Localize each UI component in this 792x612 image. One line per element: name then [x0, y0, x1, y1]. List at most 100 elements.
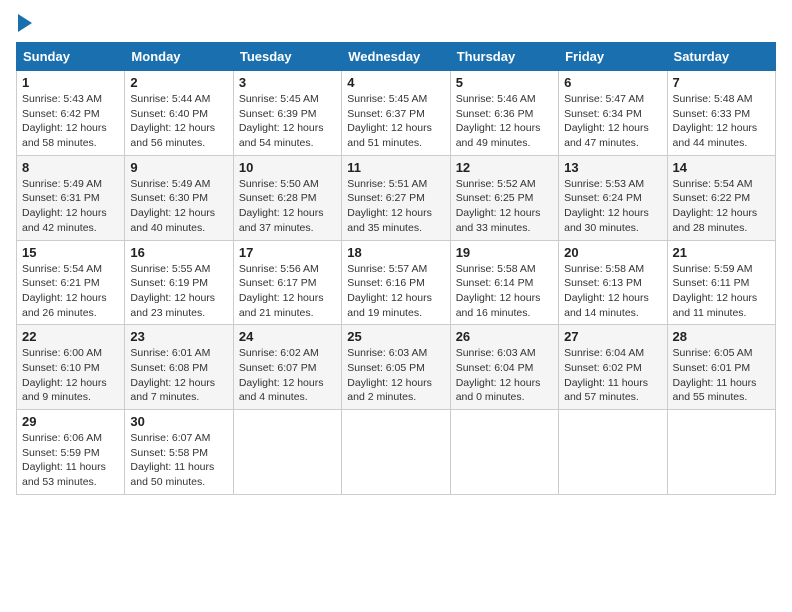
day-detail: Sunrise: 5:59 AMSunset: 6:11 PMDaylight:…	[673, 262, 770, 321]
calendar-cell: 30 Sunrise: 6:07 AMSunset: 5:58 PMDayligh…	[125, 410, 233, 495]
calendar-cell	[667, 410, 775, 495]
calendar-week-row: 1 Sunrise: 5:43 AMSunset: 6:42 PMDaylight…	[17, 71, 776, 156]
day-number: 27	[564, 329, 661, 344]
day-header-tuesday: Tuesday	[233, 43, 341, 71]
day-number: 28	[673, 329, 770, 344]
calendar-week-row: 8 Sunrise: 5:49 AMSunset: 6:31 PMDaylight…	[17, 155, 776, 240]
calendar-cell: 1 Sunrise: 5:43 AMSunset: 6:42 PMDaylight…	[17, 71, 125, 156]
day-number: 29	[22, 414, 119, 429]
day-detail: Sunrise: 5:54 AMSunset: 6:22 PMDaylight:…	[673, 177, 770, 236]
day-detail: Sunrise: 5:51 AMSunset: 6:27 PMDaylight:…	[347, 177, 444, 236]
day-number: 22	[22, 329, 119, 344]
day-number: 5	[456, 75, 553, 90]
logo	[16, 16, 32, 32]
day-detail: Sunrise: 6:06 AMSunset: 5:59 PMDaylight:…	[22, 431, 119, 490]
day-number: 16	[130, 245, 227, 260]
day-number: 30	[130, 414, 227, 429]
day-number: 23	[130, 329, 227, 344]
day-number: 9	[130, 160, 227, 175]
day-number: 12	[456, 160, 553, 175]
day-detail: Sunrise: 5:44 AMSunset: 6:40 PMDaylight:…	[130, 92, 227, 151]
day-number: 10	[239, 160, 336, 175]
calendar-cell: 28 Sunrise: 6:05 AMSunset: 6:01 PMDayligh…	[667, 325, 775, 410]
calendar-cell: 7 Sunrise: 5:48 AMSunset: 6:33 PMDaylight…	[667, 71, 775, 156]
day-detail: Sunrise: 6:02 AMSunset: 6:07 PMDaylight:…	[239, 346, 336, 405]
day-detail: Sunrise: 5:49 AMSunset: 6:31 PMDaylight:…	[22, 177, 119, 236]
day-detail: Sunrise: 6:04 AMSunset: 6:02 PMDaylight:…	[564, 346, 661, 405]
day-header-saturday: Saturday	[667, 43, 775, 71]
day-number: 2	[130, 75, 227, 90]
day-detail: Sunrise: 5:43 AMSunset: 6:42 PMDaylight:…	[22, 92, 119, 151]
calendar-cell: 6 Sunrise: 5:47 AMSunset: 6:34 PMDaylight…	[559, 71, 667, 156]
day-number: 11	[347, 160, 444, 175]
calendar-cell: 21 Sunrise: 5:59 AMSunset: 6:11 PMDayligh…	[667, 240, 775, 325]
days-header-row: SundayMondayTuesdayWednesdayThursdayFrid…	[17, 43, 776, 71]
day-number: 24	[239, 329, 336, 344]
day-detail: Sunrise: 5:58 AMSunset: 6:14 PMDaylight:…	[456, 262, 553, 321]
day-detail: Sunrise: 5:49 AMSunset: 6:30 PMDaylight:…	[130, 177, 227, 236]
day-detail: Sunrise: 5:52 AMSunset: 6:25 PMDaylight:…	[456, 177, 553, 236]
day-detail: Sunrise: 6:03 AMSunset: 6:04 PMDaylight:…	[456, 346, 553, 405]
day-number: 21	[673, 245, 770, 260]
calendar-cell: 14 Sunrise: 5:54 AMSunset: 6:22 PMDayligh…	[667, 155, 775, 240]
day-detail: Sunrise: 5:57 AMSunset: 6:16 PMDaylight:…	[347, 262, 444, 321]
day-number: 8	[22, 160, 119, 175]
day-number: 3	[239, 75, 336, 90]
day-number: 17	[239, 245, 336, 260]
day-detail: Sunrise: 5:46 AMSunset: 6:36 PMDaylight:…	[456, 92, 553, 151]
calendar-cell: 11 Sunrise: 5:51 AMSunset: 6:27 PMDayligh…	[342, 155, 450, 240]
day-number: 1	[22, 75, 119, 90]
calendar-cell: 19Sunrise: 5:58 AMSunset: 6:14 PMDayligh…	[450, 240, 558, 325]
day-detail: Sunrise: 5:50 AMSunset: 6:28 PMDaylight:…	[239, 177, 336, 236]
day-detail: Sunrise: 5:47 AMSunset: 6:34 PMDaylight:…	[564, 92, 661, 151]
calendar-cell: 16 Sunrise: 5:55 AMSunset: 6:19 PMDayligh…	[125, 240, 233, 325]
calendar-cell: 18 Sunrise: 5:57 AMSunset: 6:16 PMDayligh…	[342, 240, 450, 325]
calendar-cell: 10 Sunrise: 5:50 AMSunset: 6:28 PMDayligh…	[233, 155, 341, 240]
day-number: 25	[347, 329, 444, 344]
calendar-cell: 22 Sunrise: 6:00 AMSunset: 6:10 PMDayligh…	[17, 325, 125, 410]
calendar-cell: 24 Sunrise: 6:02 AMSunset: 6:07 PMDayligh…	[233, 325, 341, 410]
day-number: 7	[673, 75, 770, 90]
day-detail: Sunrise: 5:58 AMSunset: 6:13 PMDaylight:…	[564, 262, 661, 321]
page-header	[16, 16, 776, 32]
day-number: 6	[564, 75, 661, 90]
calendar-cell: 12 Sunrise: 5:52 AMSunset: 6:25 PMDayligh…	[450, 155, 558, 240]
day-detail: Sunrise: 6:00 AMSunset: 6:10 PMDaylight:…	[22, 346, 119, 405]
calendar-cell: 2 Sunrise: 5:44 AMSunset: 6:40 PMDaylight…	[125, 71, 233, 156]
calendar-cell: 17Sunrise: 5:56 AMSunset: 6:17 PMDayligh…	[233, 240, 341, 325]
day-number: 13	[564, 160, 661, 175]
calendar-cell	[559, 410, 667, 495]
day-number: 4	[347, 75, 444, 90]
calendar-cell	[233, 410, 341, 495]
day-detail: Sunrise: 6:07 AMSunset: 5:58 PMDaylight:…	[130, 431, 227, 490]
day-header-sunday: Sunday	[17, 43, 125, 71]
day-header-monday: Monday	[125, 43, 233, 71]
day-detail: Sunrise: 5:55 AMSunset: 6:19 PMDaylight:…	[130, 262, 227, 321]
calendar-cell: 13 Sunrise: 5:53 AMSunset: 6:24 PMDayligh…	[559, 155, 667, 240]
day-detail: Sunrise: 6:05 AMSunset: 6:01 PMDaylight:…	[673, 346, 770, 405]
calendar-cell: 27 Sunrise: 6:04 AMSunset: 6:02 PMDayligh…	[559, 325, 667, 410]
day-detail: Sunrise: 5:54 AMSunset: 6:21 PMDaylight:…	[22, 262, 119, 321]
calendar-cell: 3 Sunrise: 5:45 AMSunset: 6:39 PMDaylight…	[233, 71, 341, 156]
calendar-cell: 23 Sunrise: 6:01 AMSunset: 6:08 PMDayligh…	[125, 325, 233, 410]
day-number: 14	[673, 160, 770, 175]
day-number: 26	[456, 329, 553, 344]
calendar-cell: 8 Sunrise: 5:49 AMSunset: 6:31 PMDaylight…	[17, 155, 125, 240]
day-header-thursday: Thursday	[450, 43, 558, 71]
calendar-cell: 4 Sunrise: 5:45 AMSunset: 6:37 PMDaylight…	[342, 71, 450, 156]
day-detail: Sunrise: 5:48 AMSunset: 6:33 PMDaylight:…	[673, 92, 770, 151]
day-detail: Sunrise: 5:45 AMSunset: 6:37 PMDaylight:…	[347, 92, 444, 151]
day-header-wednesday: Wednesday	[342, 43, 450, 71]
calendar-cell: 5 Sunrise: 5:46 AMSunset: 6:36 PMDaylight…	[450, 71, 558, 156]
calendar-body: 1 Sunrise: 5:43 AMSunset: 6:42 PMDaylight…	[17, 71, 776, 495]
calendar-cell: 26 Sunrise: 6:03 AMSunset: 6:04 PMDayligh…	[450, 325, 558, 410]
day-detail: Sunrise: 6:01 AMSunset: 6:08 PMDaylight:…	[130, 346, 227, 405]
calendar-cell: 25Sunrise: 6:03 AMSunset: 6:05 PMDayligh…	[342, 325, 450, 410]
calendar-cell	[342, 410, 450, 495]
day-detail: Sunrise: 5:53 AMSunset: 6:24 PMDaylight:…	[564, 177, 661, 236]
calendar-cell	[450, 410, 558, 495]
day-number: 15	[22, 245, 119, 260]
day-detail: Sunrise: 5:45 AMSunset: 6:39 PMDaylight:…	[239, 92, 336, 151]
logo-arrow-icon	[18, 14, 32, 32]
day-number: 18	[347, 245, 444, 260]
